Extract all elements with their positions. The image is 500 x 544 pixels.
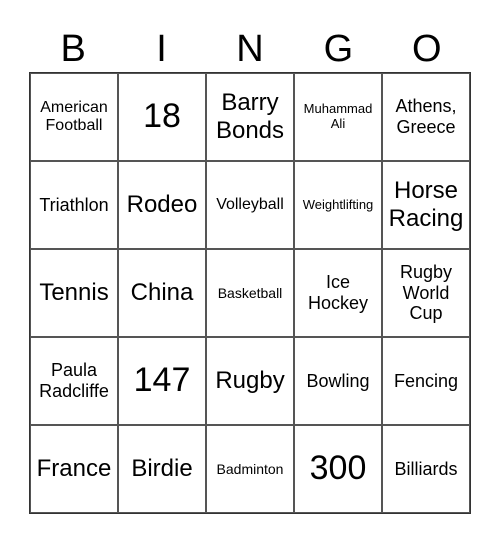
header-letter-o: O (411, 28, 442, 70)
bingo-cell[interactable]: 18 (118, 73, 206, 161)
bingo-cell[interactable]: China (118, 249, 206, 337)
bingo-cell[interactable]: American Football (30, 73, 118, 161)
header-letter-i: I (156, 28, 167, 70)
bingo-cell[interactable]: 147 (118, 337, 206, 425)
bingo-cell[interactable]: Volleyball (206, 161, 294, 249)
bingo-cell[interactable]: Badminton (206, 425, 294, 513)
bingo-cell[interactable]: Rodeo (118, 161, 206, 249)
bingo-cell[interactable]: Birdie (118, 425, 206, 513)
bingo-cell[interactable]: Tennis (30, 249, 118, 337)
header-letter-n: N (236, 28, 264, 70)
bingo-cell[interactable]: Triathlon (30, 161, 118, 249)
bingo-cell[interactable]: Billiards (382, 425, 470, 513)
bingo-cell[interactable]: Rugby World Cup (382, 249, 470, 337)
header-letter-g: G (323, 28, 354, 70)
bingo-cell[interactable]: 300 (294, 425, 382, 513)
bingo-cell[interactable]: Basketball (206, 249, 294, 337)
bingo-grid: American Football 18 Barry Bonds Muhamma… (29, 72, 471, 514)
bingo-cell[interactable]: Rugby (206, 337, 294, 425)
bingo-header: B I N G O (29, 26, 471, 72)
bingo-cell[interactable]: France (30, 425, 118, 513)
bingo-cell[interactable]: Ice Hockey (294, 249, 382, 337)
bingo-cell[interactable]: Weightlifting (294, 161, 382, 249)
bingo-cell[interactable]: Barry Bonds (206, 73, 294, 161)
bingo-cell[interactable]: Fencing (382, 337, 470, 425)
bingo-cell[interactable]: Bowling (294, 337, 382, 425)
header-letter-b: B (60, 28, 86, 70)
bingo-cell[interactable]: Muhammad Ali (294, 73, 382, 161)
bingo-cell[interactable]: Athens, Greece (382, 73, 470, 161)
bingo-cell[interactable]: Horse Racing (382, 161, 470, 249)
bingo-cell[interactable]: Paula Radcliffe (30, 337, 118, 425)
